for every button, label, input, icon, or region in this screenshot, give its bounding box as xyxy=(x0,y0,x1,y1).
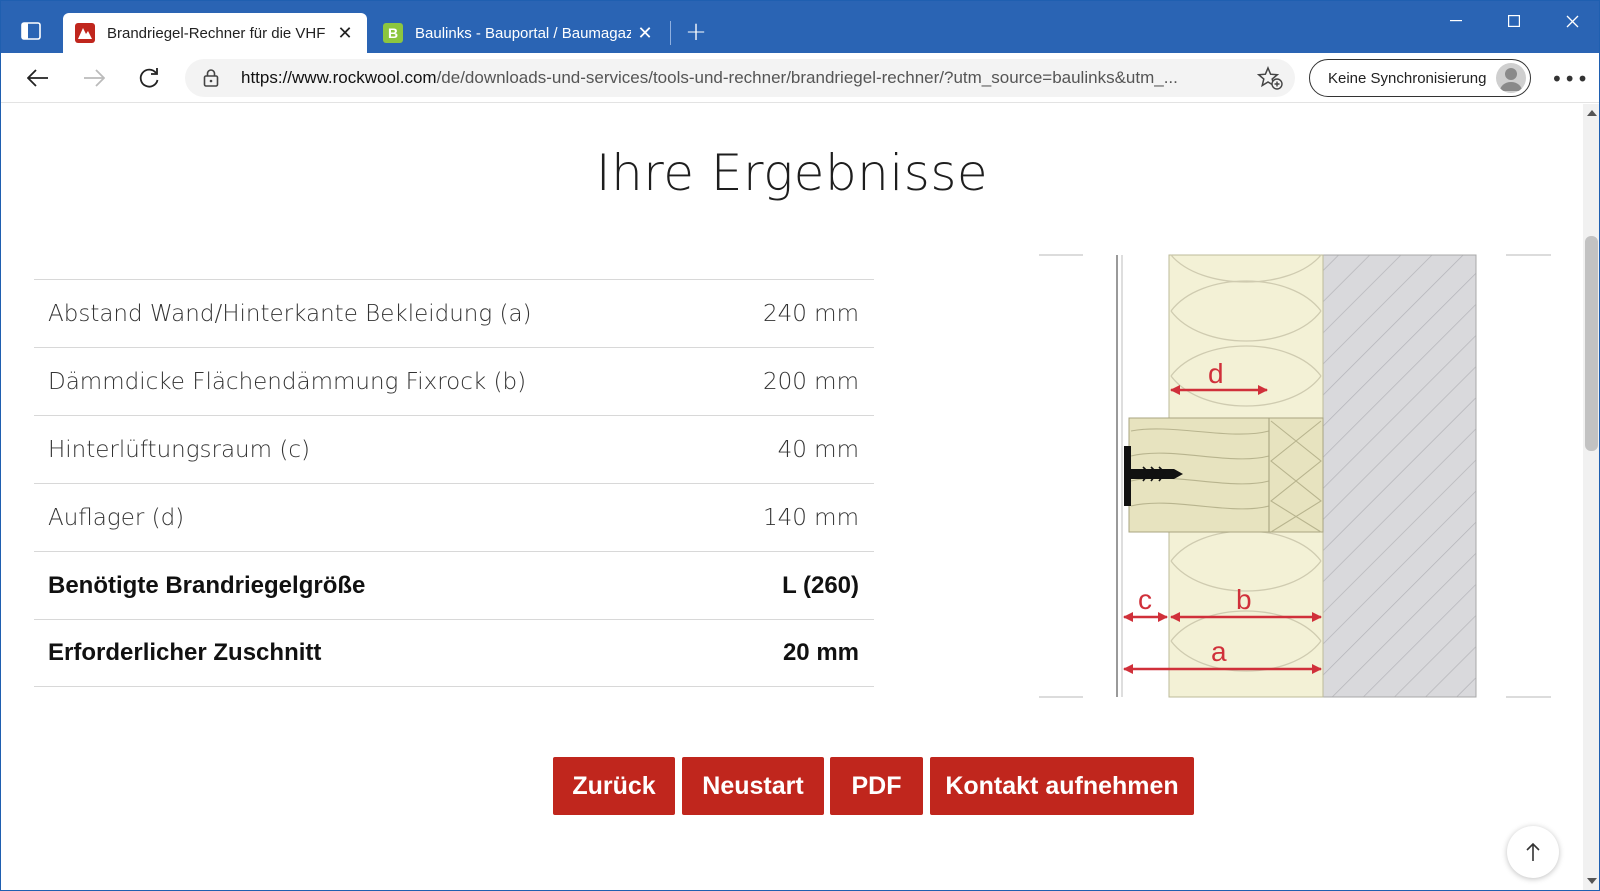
result-label: Hinterlüftungsraum (c) xyxy=(48,436,310,463)
result-label: Abstand Wand/Hinterkante Bekleidung (a) xyxy=(48,300,532,327)
navigation-bar: https://www.rockwool.com/de/downloads-un… xyxy=(1,53,1599,103)
lock-icon[interactable] xyxy=(203,68,219,92)
page-title: Ihre Ergebnisse xyxy=(595,144,989,202)
scroll-to-top-button[interactable] xyxy=(1507,826,1559,878)
scroll-down-icon[interactable] xyxy=(1587,878,1597,884)
tab-actions-icon[interactable] xyxy=(15,15,47,47)
result-label: Erforderlicher Zuschnitt xyxy=(48,639,322,666)
tab-brandriegel-rechner[interactable]: Brandriegel-Rechner für die VHF ✕ xyxy=(63,13,367,53)
scrollbar-thumb[interactable] xyxy=(1585,236,1598,451)
result-row-brandriegelgroesse: Benötigte Brandriegelgröße L (260) xyxy=(34,551,874,619)
new-tab-icon[interactable]: + xyxy=(681,17,711,47)
masonry-wall xyxy=(1322,254,1477,698)
pdf-button[interactable]: PDF xyxy=(830,757,923,815)
tab-separator xyxy=(670,21,671,45)
browser-window: Brandriegel-Rechner für die VHF ✕ B Baul… xyxy=(0,0,1600,891)
baulinks-b-icon: B xyxy=(383,23,403,43)
brandriegel-cross-section-diagram: d c b a xyxy=(1039,254,1551,698)
result-value: 20 mm xyxy=(782,639,859,666)
result-value: 200 mm xyxy=(762,368,859,395)
label-a: a xyxy=(1211,636,1227,667)
label-b: b xyxy=(1236,584,1252,615)
cladding xyxy=(1116,255,1123,697)
tab-title: Brandriegel-Rechner für die VHF xyxy=(107,24,326,42)
label-d: d xyxy=(1208,358,1224,389)
maximize-icon[interactable] xyxy=(1485,1,1543,41)
tab-baulinks[interactable]: B Baulinks - Bauportal / Baumagazin ✕ xyxy=(371,13,667,53)
result-row-zuschnitt: Erforderlicher Zuschnitt 20 mm xyxy=(34,619,874,687)
restart-button[interactable]: Neustart xyxy=(682,757,824,815)
result-row-hinterlueftung: Hinterlüftungsraum (c) 40 mm xyxy=(34,415,874,483)
result-value: L (260) xyxy=(782,571,859,599)
avatar-icon xyxy=(1496,63,1526,93)
result-label: Auflager (d) xyxy=(48,504,185,531)
back-arrow-icon[interactable] xyxy=(21,61,55,95)
close-window-icon[interactable] xyxy=(1543,1,1599,41)
add-favorite-star-icon[interactable] xyxy=(1256,66,1283,94)
result-label: Benötigte Brandriegelgröße xyxy=(48,571,366,599)
page-content: Ihre Ergebnisse Abstand Wand/Hinterkante… xyxy=(1,104,1583,890)
result-row-daemmdicke: Dämmdicke Flächendämmung Fixrock (b) 200… xyxy=(34,347,874,415)
address-bar[interactable]: https://www.rockwool.com/de/downloads-un… xyxy=(185,59,1295,97)
result-value: 240 mm xyxy=(762,300,859,327)
more-options-icon[interactable]: ••• xyxy=(1551,67,1589,91)
result-value: 40 mm xyxy=(777,436,859,463)
sync-profile-button[interactable]: Keine Synchronisierung xyxy=(1309,59,1531,97)
back-button[interactable]: Zurück xyxy=(553,757,675,815)
contact-button[interactable]: Kontakt aufnehmen xyxy=(930,757,1194,815)
result-label: Dämmdicke Flächendämmung Fixrock (b) xyxy=(48,368,527,395)
result-row-abstand: Abstand Wand/Hinterkante Bekleidung (a) … xyxy=(34,279,874,347)
arrow-up-icon xyxy=(1526,842,1540,861)
forward-arrow-icon[interactable] xyxy=(77,61,111,95)
title-bar: Brandriegel-Rechner für die VHF ✕ B Baul… xyxy=(1,1,1599,53)
results-table: Abstand Wand/Hinterkante Bekleidung (a) … xyxy=(34,279,874,687)
page-scrollbar[interactable] xyxy=(1583,104,1599,890)
tab-title: Baulinks - Bauportal / Baumagazin xyxy=(415,24,631,42)
label-c: c xyxy=(1138,584,1152,615)
rockwool-logo-icon xyxy=(75,23,95,43)
result-value: 140 mm xyxy=(762,504,859,531)
minimize-icon[interactable] xyxy=(1427,1,1485,41)
close-tab-icon[interactable]: ✕ xyxy=(631,19,659,47)
sync-label: Keine Synchronisierung xyxy=(1328,69,1487,87)
url-text[interactable]: https://www.rockwool.com/de/downloads-un… xyxy=(241,68,1241,88)
close-tab-icon[interactable]: ✕ xyxy=(331,19,359,47)
action-buttons: Zurück Neustart PDF Kontakt aufnehmen xyxy=(1,757,1583,815)
scroll-up-icon[interactable] xyxy=(1587,110,1597,116)
result-row-auflager: Auflager (d) 140 mm xyxy=(34,483,874,551)
reload-icon[interactable] xyxy=(132,61,166,95)
